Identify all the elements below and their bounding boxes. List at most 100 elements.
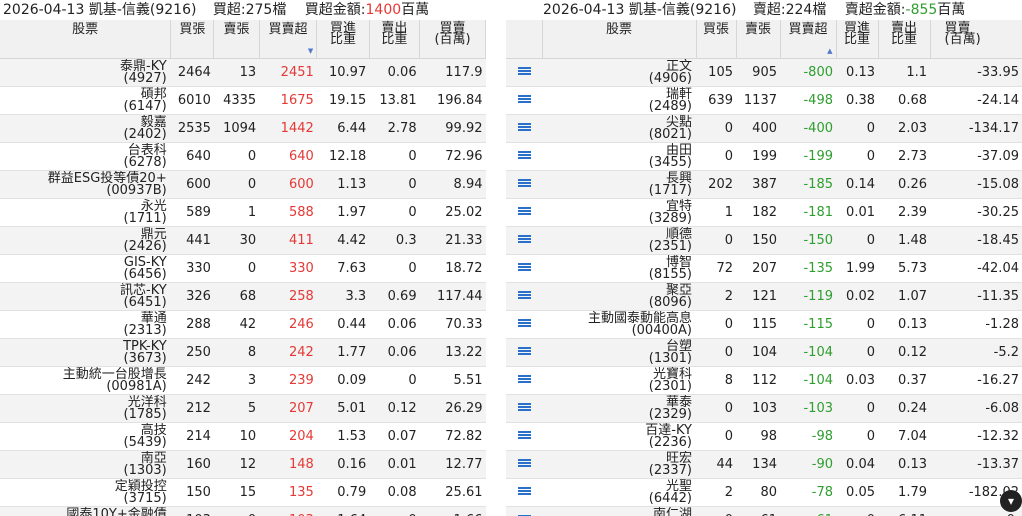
stock-name[interactable]: 國泰10Y+金融債 [3,508,166,516]
table-row[interactable]: 鼎元 (2426) 441 30 411 4.42 0.3 21.33 [0,226,486,255]
col-header-buy-pct[interactable]: 買進 比重 [836,20,879,59]
list-icon[interactable] [517,459,531,470]
table-row[interactable]: 南亞 (1303) 160 12 148 0.16 0.01 12.77 [0,450,486,479]
stock-cell[interactable]: 光寶科 (2301) [542,366,696,395]
row-action-cell[interactable] [506,86,542,115]
row-action-cell[interactable] [506,142,542,171]
stock-cell[interactable]: 尖點 (8021) [542,114,696,143]
stock-cell[interactable]: 光洋科 (1785) [0,394,171,423]
list-icon[interactable] [517,403,531,414]
table-row[interactable]: 永光 (1711) 589 1 588 1.97 0 25.02 [0,198,486,227]
list-icon[interactable] [517,95,531,106]
row-action-cell[interactable] [506,254,542,283]
table-row[interactable]: 台表科 (6278) 640 0 640 12.18 0 72.96 [0,142,486,171]
stock-cell[interactable]: 南仁湖(5905) [542,506,696,516]
col-header-buy[interactable]: 買張 [170,20,215,59]
stock-cell[interactable]: 由田 (3455) [542,142,696,171]
row-action-cell[interactable] [506,310,542,339]
table-row[interactable]: 長興 (1717) 202 387 -185 0.14 0.26 -15.08 [506,170,1022,199]
table-row[interactable]: 毅嘉 (2402) 2535 1094 1442 6.44 2.78 99.92 [0,114,486,143]
table-row[interactable]: 主動統一台股增長 (00981A) 242 3 239 0.09 0 5.51 [0,366,486,395]
stock-cell[interactable]: 訊芯-KY (6451) [0,282,171,311]
table-row[interactable]: 瑞軒 (2489) 639 1137 -498 0.38 0.68 -24.14 [506,86,1022,115]
table-row[interactable]: 順德 (2351) 0 150 -150 0 1.48 -18.45 [506,226,1022,255]
list-icon[interactable] [517,375,531,386]
col-header-net[interactable]: 買賣超 ▲ [780,20,837,59]
col-header-net[interactable]: 買賣超 ▼ [259,20,318,59]
stock-cell[interactable]: 台表科 (6278) [0,142,171,171]
list-icon[interactable] [517,207,531,218]
table-row[interactable]: 華通 (2313) 288 42 246 0.44 0.06 70.33 [0,310,486,339]
stock-cell[interactable]: 高技 (5439) [0,422,171,451]
table-row[interactable]: 光寶科 (2301) 8 112 -104 0.03 0.37 -16.27 [506,366,1022,395]
table-row[interactable]: 博智 (8155) 72 207 -135 1.99 5.73 -42.04 [506,254,1022,283]
col-header-sell[interactable]: 賣張 [736,20,781,59]
stock-cell[interactable]: 聚亞 (8096) [542,282,696,311]
col-header-buy[interactable]: 買張 [696,20,737,59]
list-icon[interactable] [517,179,531,190]
list-icon[interactable] [517,347,531,358]
table-row[interactable]: 碩邦 (6147) 6010 4335 1675 19.15 13.81 196.84 [0,86,486,115]
col-header-sell[interactable]: 賣張 [213,20,260,59]
list-icon[interactable] [517,151,531,162]
stock-cell[interactable]: 毅嘉 (2402) [0,114,171,143]
stock-cell[interactable]: 碩邦 (6147) [0,86,171,115]
table-row[interactable]: 光聖 (6442) 2 80 -78 0.05 1.79 -182.02 [506,478,1022,507]
row-action-cell[interactable] [506,450,542,479]
list-icon[interactable] [517,291,531,302]
stock-cell[interactable]: 旺宏 (2337) [542,450,696,479]
row-action-cell[interactable] [506,226,542,255]
table-row[interactable]: 旺宏 (2337) 44 134 -90 0.04 0.13 -13.37 [506,450,1022,479]
table-row[interactable]: 光洋科 (1785) 212 5 207 5.01 0.12 26.29 [0,394,486,423]
row-action-cell[interactable] [506,338,542,367]
table-row[interactable]: 由田 (3455) 0 199 -199 0 2.73 -37.09 [506,142,1022,171]
col-header-amount[interactable]: 買賣 (百萬) [930,20,1022,59]
row-action-cell[interactable] [506,282,542,311]
stock-cell[interactable]: 永光 (1711) [0,198,171,227]
col-header-stock[interactable]: 股票 [0,20,172,59]
list-icon[interactable] [517,487,531,498]
table-row[interactable]: TPK-KY (3673) 250 8 242 1.77 0.06 13.22 [0,338,486,367]
scroll-down-icon[interactable]: ▾ [1000,490,1022,512]
col-header-buy-pct[interactable]: 買進 比重 [316,20,370,59]
stock-cell[interactable]: 鼎元 (2426) [0,226,171,255]
row-action-cell[interactable] [506,478,542,507]
row-action-cell[interactable] [506,422,542,451]
table-row[interactable]: 南仁湖(5905)061-6106.11-0. [506,506,1022,516]
stock-cell[interactable]: 宜特 (3289) [542,198,696,227]
table-row[interactable]: 主動國泰動能高息 (00400A) 0 115 -115 0 0.13 -1.28 [506,310,1022,339]
stock-name[interactable]: 南仁湖 [545,508,692,516]
table-row[interactable]: 國泰10Y+金融債(00933B)10301031.6401.66 [0,506,486,516]
col-header-stock[interactable]: 股票 [542,20,697,59]
row-action-cell[interactable] [506,58,542,87]
row-action-cell[interactable] [506,198,542,227]
table-row[interactable]: 正文 (4906) 105 905 -800 0.13 1.1 -33.95 [506,58,1022,87]
table-row[interactable]: 台塑 (1301) 0 104 -104 0 0.12 -5.2 [506,338,1022,367]
stock-cell[interactable]: 光聖 (6442) [542,478,696,507]
list-icon[interactable] [517,235,531,246]
stock-cell[interactable]: 博智 (8155) [542,254,696,283]
table-row[interactable]: 高技 (5439) 214 10 204 1.53 0.07 72.82 [0,422,486,451]
stock-cell[interactable]: 百達-KY (2236) [542,422,696,451]
table-row[interactable]: GIS-KY (6456) 330 0 330 7.63 0 18.72 [0,254,486,283]
stock-cell[interactable]: 華泰 (2329) [542,394,696,423]
stock-cell[interactable]: 定穎投控 (3715) [0,478,171,507]
row-action-cell[interactable] [506,366,542,395]
col-header-sell-pct[interactable]: 賣出 比重 [369,20,421,59]
col-header-amount[interactable]: 買賣 (百萬) [419,20,486,59]
list-icon[interactable] [517,319,531,330]
stock-cell[interactable]: TPK-KY (3673) [0,338,171,367]
list-icon[interactable] [517,431,531,442]
table-row[interactable]: 訊芯-KY (6451) 326 68 258 3.3 0.69 117.44 [0,282,486,311]
stock-cell[interactable]: 台塑 (1301) [542,338,696,367]
table-row[interactable]: 群益ESG投等債20+ (00937B) 600 0 600 1.13 0 8.94 [0,170,486,199]
row-action-cell[interactable] [506,506,542,516]
list-icon[interactable] [517,263,531,274]
stock-cell[interactable]: 正文 (4906) [542,58,696,87]
col-header-sell-pct[interactable]: 賣出 比重 [878,20,931,59]
stock-cell[interactable]: 群益ESG投等債20+ (00937B) [0,170,171,199]
list-icon[interactable] [517,67,531,78]
table-row[interactable]: 華泰 (2329) 0 103 -103 0 0.24 -6.08 [506,394,1022,423]
table-row[interactable]: 定穎投控 (3715) 150 15 135 0.79 0.08 25.61 [0,478,486,507]
stock-cell[interactable]: 長興 (1717) [542,170,696,199]
